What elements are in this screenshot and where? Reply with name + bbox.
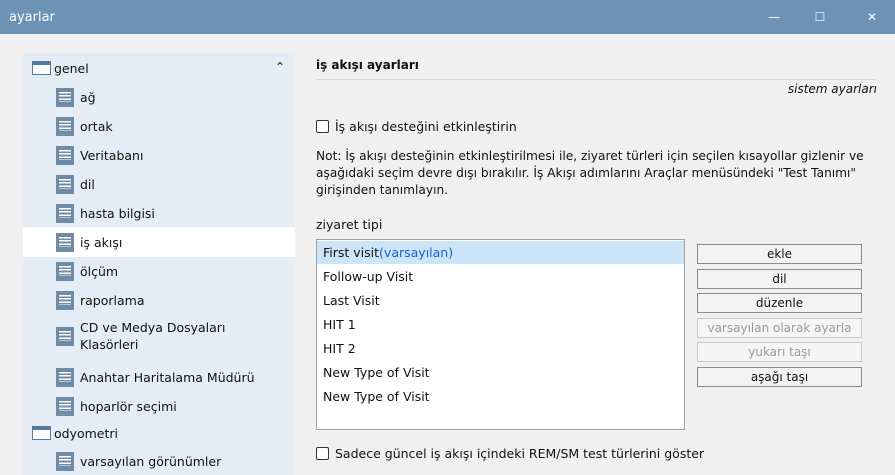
edit-button[interactable]: düzenle <box>697 293 862 313</box>
minimize-icon: — <box>768 10 780 24</box>
page-icon <box>56 174 74 194</box>
title-bar: ayarlar — ☐ ✕ <box>0 0 895 34</box>
tree-item-label: dil <box>80 176 95 192</box>
window-title: ayarlar <box>9 9 55 25</box>
tree-item-measurement[interactable]: ölçüm <box>23 260 295 282</box>
list-item[interactable]: HIT 2 <box>317 337 684 360</box>
system-settings-link[interactable]: sistem ayarları <box>760 82 877 96</box>
rem-sm-label: Sadece güncel iş akışı içindeki REM/SM t… <box>335 446 705 461</box>
visit-type-list[interactable]: First visit (varsayılan) Follow-up Visit … <box>316 239 685 430</box>
scroll-up-button[interactable]: ⌃ <box>272 59 288 75</box>
tree-item-network[interactable]: ağ <box>23 86 295 108</box>
list-item[interactable]: Follow-up Visit <box>317 265 684 288</box>
page-icon <box>56 116 74 136</box>
maximize-icon: ☐ <box>814 10 826 24</box>
enable-workflow-checkbox[interactable] <box>316 120 329 133</box>
chevron-up-icon: ⌃ <box>274 60 286 74</box>
add-button[interactable]: ekle <box>697 244 862 264</box>
tree-item-default-views[interactable]: varsayılan görünümler <box>23 450 295 472</box>
folder-icon <box>32 426 51 440</box>
tree-item-database[interactable]: Veritabanı <box>23 144 295 166</box>
language-button[interactable]: dil <box>697 269 862 289</box>
list-item[interactable]: HIT 1 <box>317 313 684 336</box>
tree-folder-audiometry[interactable]: odyometri <box>23 422 295 444</box>
list-item-label: New Type of Visit <box>323 389 430 404</box>
tree-item-label: iş akışı <box>80 234 123 250</box>
tree-item-language[interactable]: dil <box>23 173 295 195</box>
divider <box>316 79 876 80</box>
settings-content: genel ⌃ ağ ortak Veritabanı dil hasta bi… <box>0 34 895 475</box>
tree-item-label: odyometri <box>54 425 119 441</box>
list-item-label: HIT 2 <box>323 341 356 356</box>
tree-item-speaker-selection[interactable]: hoparlör seçimi <box>23 395 295 417</box>
list-item[interactable]: New Type of Visit <box>317 361 684 384</box>
tree-item-patient-info[interactable]: hasta bilgisi <box>23 202 295 224</box>
tree-item-label: hasta bilgisi <box>80 205 155 221</box>
list-item[interactable]: Last Visit <box>317 289 684 312</box>
set-default-button[interactable]: varsayılan olarak ayarla <box>697 318 862 338</box>
default-tag: (varsayılan) <box>379 245 454 260</box>
rem-sm-option[interactable]: Sadece güncel iş akışı içindeki REM/SM t… <box>316 446 704 461</box>
page-icon <box>56 290 74 310</box>
tree-item-cd-media-folders[interactable]: CD ve Medya Dosyaları Klasörleri <box>23 317 295 355</box>
tree-item-workflow[interactable]: iş akışı <box>23 227 295 257</box>
move-down-button[interactable]: aşağı taşı <box>697 367 862 387</box>
tree-item-label: genel <box>54 60 89 76</box>
maximize-button[interactable]: ☐ <box>797 0 843 34</box>
tree-item-label: Anahtar Haritalama Müdürü <box>80 369 255 385</box>
tree-item-label: raporlama <box>80 292 145 308</box>
page-icon <box>56 203 74 223</box>
list-item-label: First visit <box>323 245 380 260</box>
note-line-1: Not: İş akışı desteğinin etkinleştirilme… <box>316 149 864 163</box>
list-item-label: Last Visit <box>323 293 380 308</box>
note-line-2: aşağıdaki seçim devre dışı bırakılır. İş… <box>316 166 857 180</box>
tree-item-label-line2: Klasörleri <box>80 337 139 352</box>
page-icon <box>56 145 74 165</box>
visit-type-label: ziyaret tipi <box>316 217 383 232</box>
page-icon <box>56 451 74 471</box>
list-item-label: New Type of Visit <box>323 365 430 380</box>
tree-item-label: hoparlör seçimi <box>80 398 177 414</box>
tree-item-label: ağ <box>80 89 96 105</box>
rem-sm-checkbox[interactable] <box>316 447 329 460</box>
page-icon <box>56 396 74 416</box>
enable-workflow-option[interactable]: İş akışı desteğini etkinleştirin <box>316 119 517 134</box>
list-item[interactable]: New Type of Visit <box>317 385 684 408</box>
workflow-note: Not: İş akışı desteğinin etkinleştirilme… <box>316 148 881 199</box>
page-icon <box>56 232 74 252</box>
folder-icon <box>32 61 51 75</box>
tree-item-reporting[interactable]: raporlama <box>23 289 295 311</box>
tree-item-label: varsayılan görünümler <box>80 453 222 469</box>
list-item-first-visit[interactable]: First visit (varsayılan) <box>317 241 684 264</box>
tree-item-label: ortak <box>80 118 113 134</box>
tree-item-label: CD ve Medya Dosyaları Klasörleri <box>80 319 225 353</box>
page-icon <box>56 326 74 346</box>
list-item-label: HIT 1 <box>323 317 356 332</box>
minimize-button[interactable]: — <box>751 0 797 34</box>
close-icon: ✕ <box>866 10 878 24</box>
page-icon <box>56 367 74 387</box>
note-line-3: girişinden tanımlayın. <box>316 183 449 197</box>
section-title: iş akışı ayarları <box>316 58 419 72</box>
tree-item-label-line1: CD ve Medya Dosyaları <box>80 320 226 335</box>
enable-workflow-label: İş akışı desteğini etkinleştirin <box>335 119 517 134</box>
settings-tree[interactable]: genel ⌃ ağ ortak Veritabanı dil hasta bi… <box>23 53 295 475</box>
close-button[interactable]: ✕ <box>849 0 895 34</box>
page-icon <box>56 261 74 281</box>
list-item-label: Follow-up Visit <box>323 269 414 284</box>
tree-item-common[interactable]: ortak <box>23 115 295 137</box>
tree-folder-genel[interactable]: genel <box>23 57 295 79</box>
move-up-button[interactable]: yukarı taşı <box>697 342 862 362</box>
tree-item-key-mapping[interactable]: Anahtar Haritalama Müdürü <box>23 366 295 388</box>
tree-item-label: ölçüm <box>80 263 119 279</box>
page-icon <box>56 87 74 107</box>
tree-item-label: Veritabanı <box>80 147 144 163</box>
